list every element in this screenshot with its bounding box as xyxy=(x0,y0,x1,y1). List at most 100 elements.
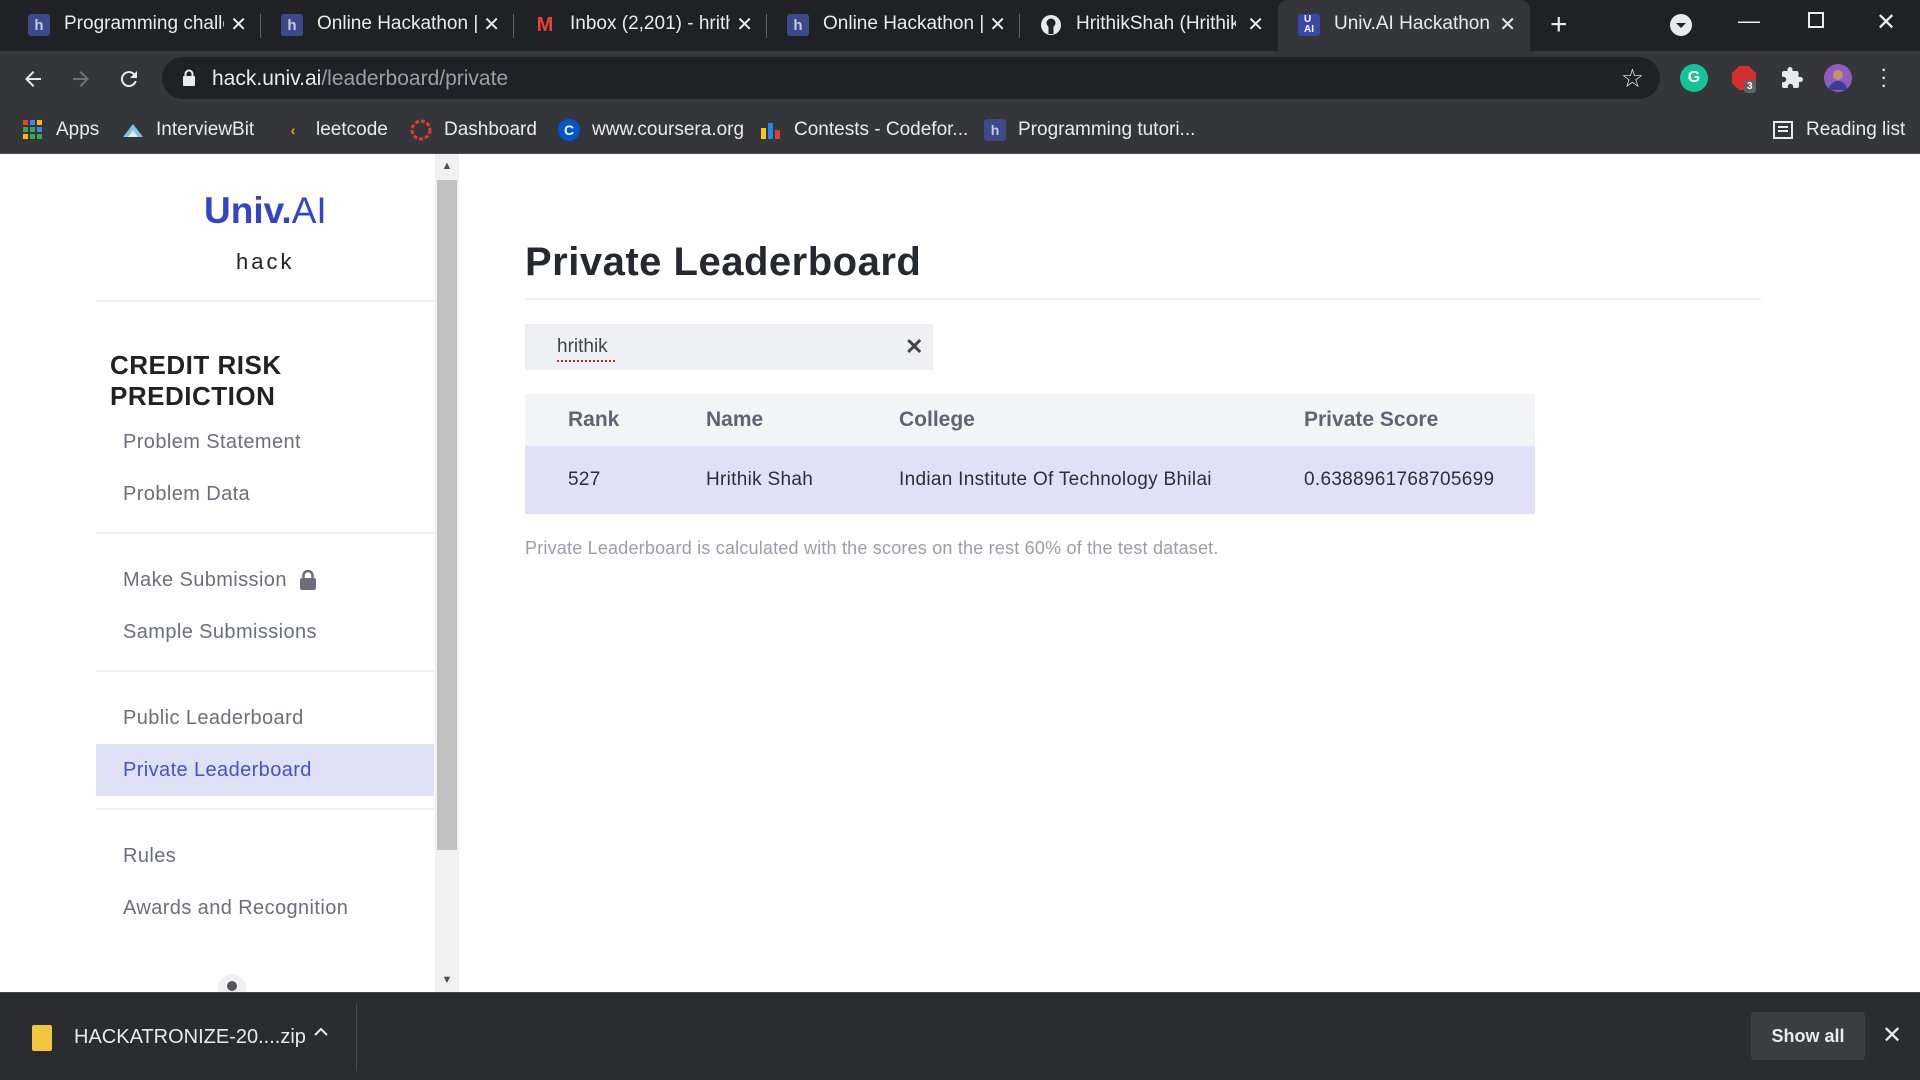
interviewbit-icon xyxy=(122,119,144,141)
leaderboard-table: Rank Name College Private Score 527 Hrit… xyxy=(525,394,1535,514)
scroll-down-arrow-icon[interactable]: ▼ xyxy=(441,974,453,986)
hackerearth-icon: h xyxy=(28,14,50,36)
close-tab-icon[interactable]: ✕ xyxy=(1247,12,1264,37)
bookmark-label: InterviewBit xyxy=(156,119,255,140)
zip-file-icon[interactable] xyxy=(32,1025,52,1051)
sidebar: Univ.AI hack CREDIT RISK PREDICTION Prob… xyxy=(96,154,434,992)
sidebar-item-awards[interactable]: Awards and Recognition xyxy=(96,882,434,934)
sidebar-divider xyxy=(96,300,434,302)
sidebar-item-private-leaderboard[interactable]: Private Leaderboard xyxy=(96,744,434,796)
clear-search-icon[interactable]: ✕ xyxy=(905,334,923,360)
sidebar-item-label: Problem Data xyxy=(123,482,251,505)
sidebar-item-label: Make Submission xyxy=(123,568,287,591)
sidebar-item-label: Rules xyxy=(123,844,177,867)
sidebar-scrollbar-thumb[interactable] xyxy=(437,180,457,850)
sidebar-item-label: Private Leaderboard xyxy=(123,758,312,781)
close-window-button[interactable]: ✕ xyxy=(1876,8,1896,37)
bookmark-coursera[interactable]: C www.coursera.org xyxy=(558,118,744,142)
bookmark-apps[interactable]: Apps xyxy=(22,118,99,142)
tab-search-button[interactable] xyxy=(1670,14,1692,36)
reading-list-button[interactable]: Reading list xyxy=(1772,118,1905,142)
tab-github[interactable]: HrithikShah (Hrithik ✕ xyxy=(1020,0,1278,51)
bookmark-codeforces[interactable]: Contests - Codefor... xyxy=(760,118,968,142)
back-button[interactable] xyxy=(18,64,48,94)
page-title: Private Leaderboard xyxy=(525,240,922,284)
lock-icon xyxy=(183,69,195,86)
kebab-menu-icon[interactable]: · · · xyxy=(1880,58,1887,96)
download-shelf: HACKATRONIZE-20....zip Show all ✕ xyxy=(0,992,1920,1080)
close-tab-icon[interactable]: ✕ xyxy=(230,12,247,37)
logo-subtitle: hack xyxy=(236,249,295,274)
extensions-puzzle-icon[interactable] xyxy=(1778,64,1806,92)
gmail-icon: M xyxy=(536,13,554,36)
url-host: hack.univ.ai xyxy=(212,67,322,90)
user-avatar-icon xyxy=(218,974,246,992)
scroll-up-arrow-icon[interactable]: ▲ xyxy=(441,160,453,172)
sidebar-item-public-leaderboard[interactable]: Public Leaderboard xyxy=(96,692,434,744)
close-shelf-icon[interactable]: ✕ xyxy=(1882,1021,1902,1050)
tab-online-hackathon-1[interactable]: h Online Hackathon | ✕ xyxy=(261,0,514,51)
competition-title: CREDIT RISK PREDICTION xyxy=(110,350,282,411)
chevron-up-icon[interactable] xyxy=(312,1023,330,1047)
cell-name: Hrithik Shah xyxy=(706,446,899,514)
sidebar-item-problem-statement[interactable]: Problem Statement xyxy=(96,416,434,468)
close-tab-icon[interactable]: ✕ xyxy=(1499,12,1516,37)
forward-button[interactable] xyxy=(66,64,96,94)
tab-programming-challenges[interactable]: h Programming challe ✕ xyxy=(8,0,261,51)
sidebar-item-rules[interactable]: Rules xyxy=(96,830,434,882)
bookmark-label: Apps xyxy=(56,119,100,140)
profile-avatar[interactable] xyxy=(1824,64,1852,92)
grammarly-icon[interactable]: G xyxy=(1680,64,1708,92)
new-tab-button[interactable]: + xyxy=(1550,8,1568,42)
bookmark-label: Dashboard xyxy=(444,119,537,140)
tab-univai-hackathon[interactable]: U AI Univ.AI Hackathon ✕ xyxy=(1278,0,1530,51)
univai-icon: U AI xyxy=(1298,14,1320,36)
column-header-private-score[interactable]: Private Score xyxy=(1304,394,1535,446)
page-content: Univ.AI hack CREDIT RISK PREDICTION Prob… xyxy=(0,154,1920,992)
tab-title: Univ.AI Hackathon xyxy=(1334,13,1490,34)
leaderboard-search-input[interactable] xyxy=(525,324,933,370)
show-all-button[interactable]: Show all xyxy=(1751,1012,1865,1060)
apps-grid-icon xyxy=(22,119,44,141)
column-header-college[interactable]: College xyxy=(899,394,1304,446)
tab-online-hackathon-2[interactable]: h Online Hackathon | ✕ xyxy=(767,0,1020,51)
tab-title: Inbox (2,201) - hrith xyxy=(570,13,730,34)
tab-gmail-inbox[interactable]: M Inbox (2,201) - hrith ✕ xyxy=(514,0,767,51)
tab-strip: h Programming challe ✕ h Online Hackatho… xyxy=(0,0,1920,51)
chevron-down-icon xyxy=(1676,23,1686,28)
sidebar-item-problem-data[interactable]: Problem Data xyxy=(96,468,434,520)
bookmark-label: leetcode xyxy=(316,119,388,140)
bookmark-star-icon[interactable]: ☆ xyxy=(1621,63,1644,94)
adblock-icon[interactable]: 3 xyxy=(1730,64,1758,93)
close-tab-icon[interactable]: ✕ xyxy=(483,12,500,37)
coursera-icon: C xyxy=(558,119,580,141)
restore-button[interactable] xyxy=(1808,12,1824,28)
sidebar-item-label: Awards and Recognition xyxy=(123,896,349,919)
bookmark-dashboard[interactable]: Dashboard xyxy=(410,118,537,142)
download-file-name[interactable]: HACKATRONIZE-20....zip xyxy=(74,1026,306,1049)
address-bar[interactable]: hack.univ.ai/leaderboard/private ☆ xyxy=(162,57,1660,99)
tab-title: Online Hackathon | xyxy=(317,13,477,34)
logo-bold-text: Univ. xyxy=(204,190,292,231)
bookmarks-bar: Apps InterviewBit ‹ leetcode Dashboard C… xyxy=(0,106,1920,154)
column-header-name[interactable]: Name xyxy=(706,394,899,446)
bookmark-leetcode[interactable]: ‹ leetcode xyxy=(282,118,388,142)
reload-button[interactable] xyxy=(114,64,144,94)
lock-icon xyxy=(299,570,316,590)
minimize-button[interactable]: — xyxy=(1738,8,1760,34)
sidebar-item-sample-submissions[interactable]: Sample Submissions xyxy=(96,606,434,658)
bookmark-interviewbit[interactable]: InterviewBit xyxy=(122,118,254,142)
table-row: 527 Hrithik Shah Indian Institute Of Tec… xyxy=(525,446,1535,514)
cell-rank: 527 xyxy=(525,446,706,514)
close-tab-icon[interactable]: ✕ xyxy=(736,12,753,37)
column-header-rank[interactable]: Rank xyxy=(525,394,706,446)
univai-logo[interactable]: Univ.AI xyxy=(204,190,327,232)
close-tab-icon[interactable]: ✕ xyxy=(989,12,1006,37)
cell-college: Indian Institute Of Technology Bhilai xyxy=(899,446,1304,514)
tab-title: Programming challe xyxy=(64,13,224,34)
main-content: Private Leaderboard ✕ Rank Name College … xyxy=(525,154,1765,992)
bookmark-programming-tutorials[interactable]: h Programming tutori... xyxy=(984,118,1195,142)
user-profile-peek[interactable] xyxy=(218,974,418,992)
cell-private-score: 0.6388961768705699 xyxy=(1304,446,1535,514)
sidebar-item-make-submission[interactable]: Make Submission xyxy=(96,554,434,606)
